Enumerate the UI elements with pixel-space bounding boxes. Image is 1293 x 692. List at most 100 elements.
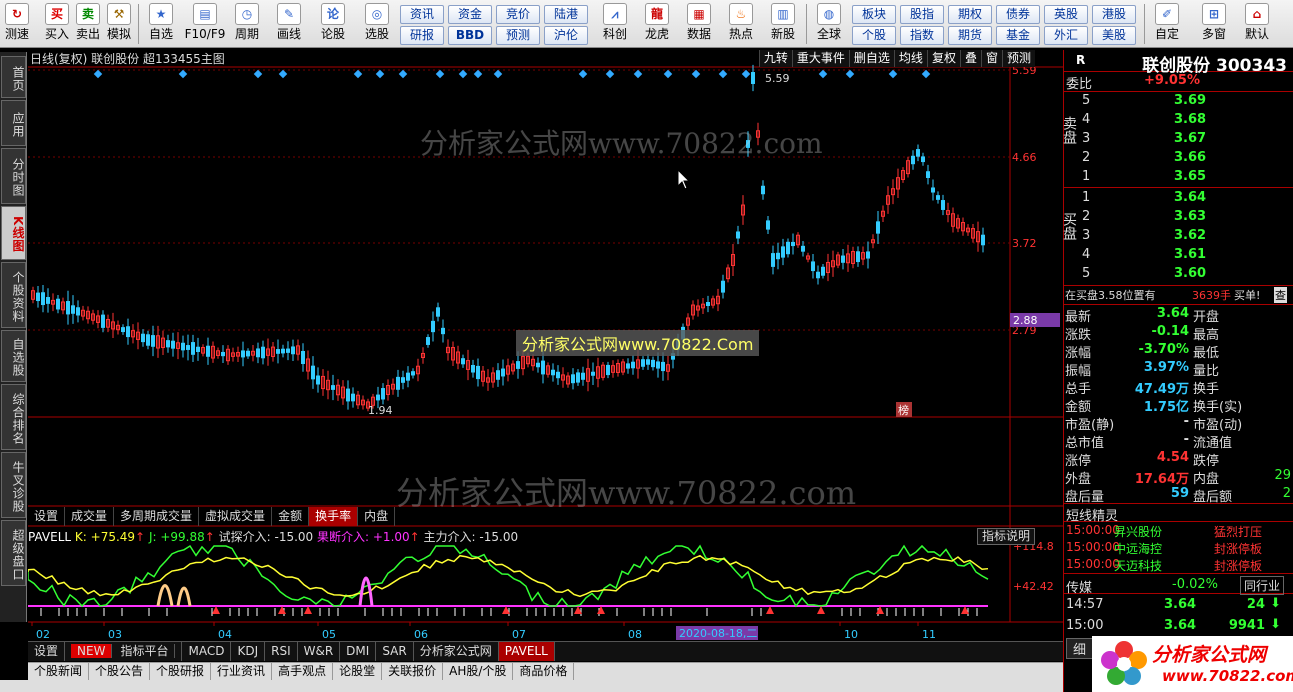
subtab-volume[interactable]: 成交量: [65, 507, 115, 526]
speed-button[interactable]: ↻ 测速: [2, 2, 32, 46]
btab-indicator-platform[interactable]: NEW 指标平台: [65, 642, 183, 661]
news-tab[interactable]: 个股新闻: [28, 663, 90, 680]
ask-row[interactable]: 1 3.65: [1082, 168, 1282, 186]
draw-line-button[interactable]: ✎ 画线: [272, 2, 306, 46]
tool-jiuzhuan[interactable]: 九转: [758, 50, 792, 67]
btab-settings[interactable]: 设置: [28, 642, 66, 661]
detail-tab[interactable]: 细: [1066, 638, 1094, 659]
btab-formula-site[interactable]: 分析家公式网: [414, 642, 499, 661]
forex-button[interactable]: 外汇: [1044, 26, 1088, 45]
forecast-button[interactable]: 预测: [496, 26, 540, 45]
ask-row[interactable]: 5 3.69: [1082, 92, 1282, 110]
btab-pavell[interactable]: PAVELL: [498, 642, 555, 661]
news-tab[interactable]: 论股堂: [333, 663, 383, 680]
stock-index-button[interactable]: 股指: [900, 5, 944, 24]
event-item[interactable]: 15:00:00 天迈科技 封涨停板: [1064, 556, 1293, 573]
tab-stock-info[interactable]: 个股资料: [1, 262, 26, 328]
query-button[interactable]: 查: [1274, 287, 1287, 303]
event-item[interactable]: 15:00:00 昇兴股份 猛烈打压: [1064, 522, 1293, 539]
individual-stock-button[interactable]: 个股: [852, 26, 896, 45]
ask-row[interactable]: 2 3.66: [1082, 149, 1282, 167]
bid-row[interactable]: 3 3.62: [1082, 227, 1282, 245]
indicator-help-button[interactable]: 指标说明: [976, 528, 1035, 545]
global-button[interactable]: ◍ 全球: [812, 2, 846, 46]
subtab-amount[interactable]: 金额: [272, 507, 310, 526]
watchlist-button[interactable]: ★ 自选: [144, 2, 178, 46]
tool-moving-average[interactable]: 均线: [893, 50, 927, 67]
custom-button[interactable]: ✐ 自定: [1150, 2, 1184, 46]
fund-market-button[interactable]: 基金: [996, 26, 1040, 45]
tab-apps[interactable]: 应用: [1, 100, 26, 146]
bid-row[interactable]: 5 3.60: [1082, 265, 1282, 283]
stock-select-button[interactable]: ◎ 选股: [360, 2, 394, 46]
news-tab[interactable]: 关联报价: [382, 663, 444, 680]
tab-watchlist[interactable]: 自选股: [1, 330, 26, 382]
same-industry-button[interactable]: 同行业: [1240, 576, 1285, 595]
dragon-tiger-button[interactable]: 龍龙虎: [640, 2, 674, 46]
tool-adjust[interactable]: 复权: [926, 50, 960, 67]
tab-diagnosis[interactable]: 牛叉诊股: [1, 452, 26, 518]
buy-button[interactable]: 买买入: [42, 2, 72, 46]
news-button[interactable]: 资讯: [400, 5, 444, 24]
bid-row[interactable]: 4 3.61: [1082, 246, 1282, 264]
data-button[interactable]: ▦ 数据: [682, 2, 716, 46]
period-button[interactable]: ◷ 周期: [230, 2, 264, 46]
subtab-turnover[interactable]: 换手率: [309, 507, 359, 526]
ask-row[interactable]: 3 3.67: [1082, 130, 1282, 148]
index-button[interactable]: 指数: [900, 26, 944, 45]
us-stock-button[interactable]: 美股: [1092, 26, 1136, 45]
tool-overlay[interactable]: 叠: [959, 50, 981, 67]
btab-dmi[interactable]: DMI: [340, 642, 377, 661]
futures-button[interactable]: 期货: [948, 26, 992, 45]
default-button[interactable]: ⌂ 默认: [1240, 2, 1274, 46]
research-button[interactable]: 研报: [400, 26, 444, 45]
shanghai-london-button[interactable]: 沪伦: [544, 26, 588, 45]
auction-button[interactable]: 竞价: [496, 5, 540, 24]
news-tab[interactable]: 个股公告: [89, 663, 151, 680]
tool-remove-watchlist[interactable]: 删自选: [848, 50, 894, 67]
discuss-button[interactable]: 论论股: [318, 2, 348, 46]
simulate-button[interactable]: ⚒ 模拟: [104, 2, 134, 46]
news-tab[interactable]: 高手观点: [272, 663, 334, 680]
f10-button[interactable]: ▤ F10/F9: [184, 2, 226, 46]
hk-stock-button[interactable]: 港股: [1092, 5, 1136, 24]
new-stock-button[interactable]: ▥ 新股: [766, 2, 800, 46]
bond-button[interactable]: 债券: [996, 5, 1040, 24]
btab-sar[interactable]: SAR: [376, 642, 414, 661]
uk-stock-button[interactable]: 英股: [1044, 5, 1088, 24]
fund-button[interactable]: 资金: [448, 5, 492, 24]
short-term-sprite-header[interactable]: 短线精灵: [1064, 503, 1293, 524]
tool-major-events[interactable]: 重大事件: [791, 50, 849, 67]
kline-chart-area[interactable]: 5.59 4.66 3.72 2.79 2.88 5.59 1.94 榜 +114.8 +42.4…: [28, 50, 1063, 641]
btab-macd[interactable]: MACD: [182, 642, 232, 661]
news-tab[interactable]: 行业资讯: [211, 663, 273, 680]
event-item[interactable]: 15:00:00 中远海控 封涨停板: [1064, 539, 1293, 556]
bid-row[interactable]: 1 3.64: [1082, 189, 1282, 207]
ask-row[interactable]: 4 3.68: [1082, 111, 1282, 129]
kechuang-button[interactable]: ⩘ 科创: [598, 2, 632, 46]
tab-super-panel[interactable]: 超级盘口: [1, 520, 26, 586]
tab-timeshare[interactable]: 分时图: [1, 148, 26, 204]
news-tab[interactable]: 商品价格: [513, 663, 575, 680]
tool-forecast[interactable]: 预测: [1001, 50, 1035, 67]
multiwindow-button[interactable]: ⊞ 多窗: [1194, 2, 1234, 46]
tool-window[interactable]: 窗: [980, 50, 1002, 67]
bbd-button[interactable]: BBD: [448, 26, 492, 45]
tab-home[interactable]: 首页: [1, 56, 26, 98]
news-tab[interactable]: AH股/个股: [443, 663, 514, 680]
sector-button[interactable]: 板块: [852, 5, 896, 24]
subtab-multi-volume[interactable]: 多周期成交量: [114, 507, 200, 526]
subtab-virtual-volume[interactable]: 虚拟成交量: [199, 507, 273, 526]
subtab-settings[interactable]: 设置: [28, 507, 66, 526]
sell-button[interactable]: 卖卖出: [73, 2, 103, 46]
tab-kline[interactable]: K线图: [1, 206, 26, 260]
btab-kdj[interactable]: KDJ: [231, 642, 266, 661]
news-tab[interactable]: 个股研报: [150, 663, 212, 680]
btab-rsi[interactable]: RSI: [265, 642, 298, 661]
tab-ranking[interactable]: 综合排名: [1, 384, 26, 450]
hk-connect-button[interactable]: 陆港: [544, 5, 588, 24]
subtab-inner[interactable]: 内盘: [358, 507, 396, 526]
hotspot-button[interactable]: ♨ 热点: [724, 2, 758, 46]
bid-row[interactable]: 2 3.63: [1082, 208, 1282, 226]
btab-wr[interactable]: W&R: [298, 642, 341, 661]
